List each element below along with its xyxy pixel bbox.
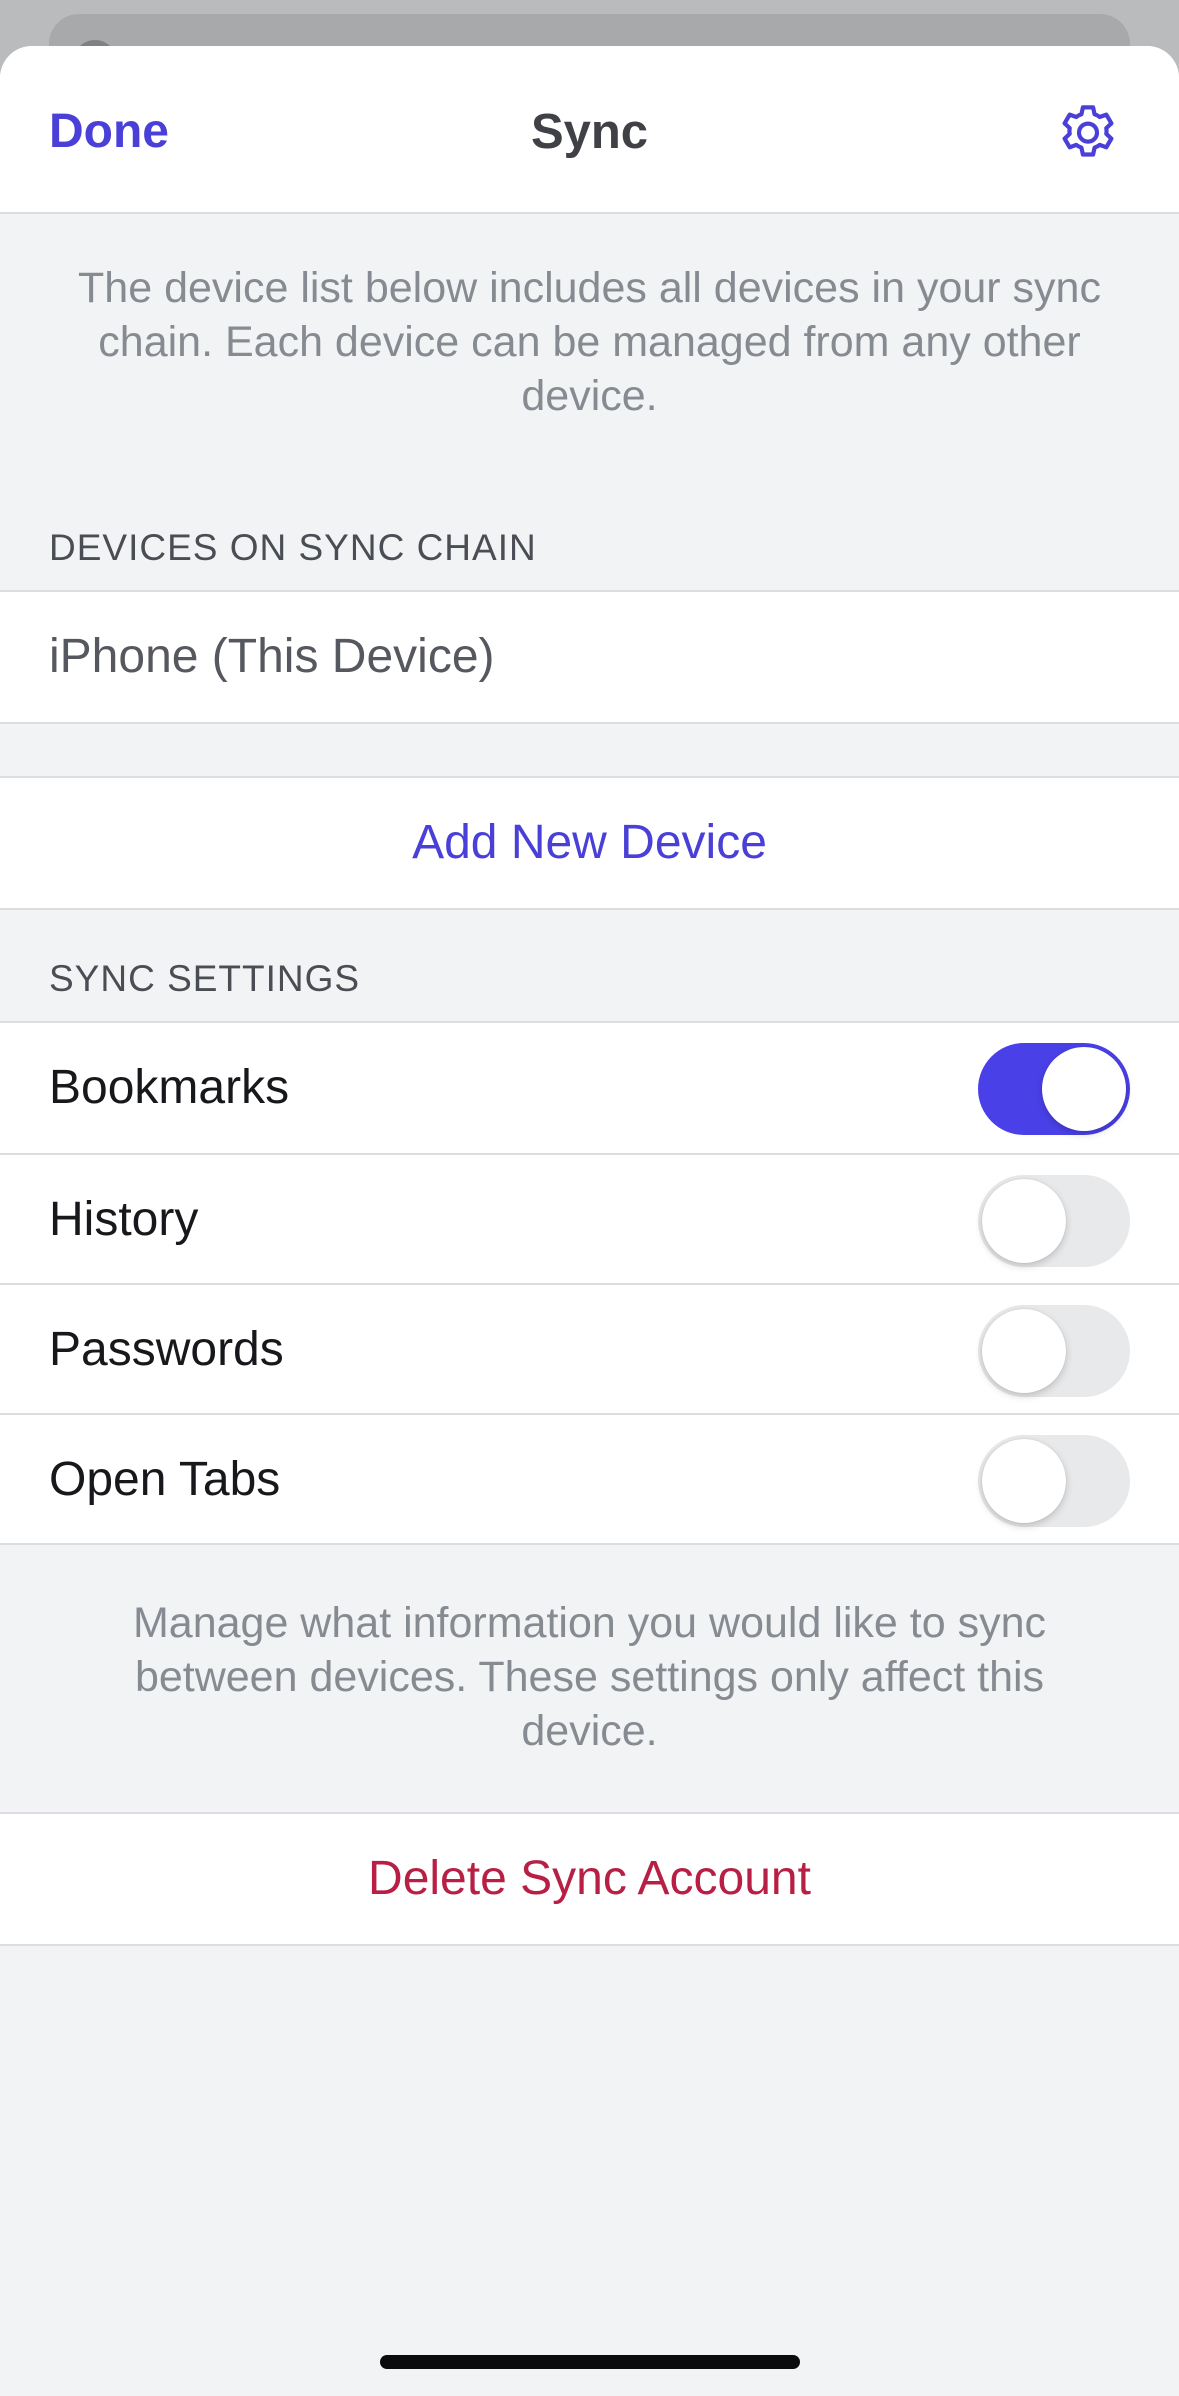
delete-account-group: Delete Sync Account [0, 1812, 1179, 1946]
home-indicator [380, 2355, 800, 2369]
navigation-bar: Done Sync [0, 46, 1179, 214]
sync-settings-group: Bookmarks History Passwords Open Tabs [0, 1021, 1179, 1545]
gear-icon[interactable] [1052, 96, 1124, 168]
sync-setting-history: History [0, 1153, 1179, 1283]
toggle-knob [982, 1309, 1066, 1393]
sync-setting-bookmarks: Bookmarks [0, 1023, 1179, 1153]
passwords-label: Passwords [49, 1323, 284, 1376]
sync-setting-passwords: Passwords [0, 1283, 1179, 1413]
bookmarks-label: Bookmarks [49, 1061, 290, 1114]
device-row[interactable]: iPhone (This Device) [0, 592, 1179, 722]
toggle-knob [1042, 1047, 1126, 1131]
add-device-group: Add New Device [0, 776, 1179, 910]
devices-group: iPhone (This Device) [0, 590, 1179, 724]
toggle-knob [982, 1179, 1066, 1263]
sync-setting-open-tabs: Open Tabs [0, 1413, 1179, 1543]
add-new-device-label: Add New Device [412, 816, 767, 869]
history-toggle[interactable] [978, 1175, 1130, 1267]
delete-sync-account-button[interactable]: Delete Sync Account [0, 1814, 1179, 1944]
page-title: Sync [530, 105, 649, 159]
sync-sheet: Done Sync The device list below includes… [0, 46, 1179, 2396]
history-label: History [49, 1193, 199, 1246]
passwords-toggle[interactable] [978, 1305, 1130, 1397]
toggle-knob [982, 1439, 1066, 1523]
delete-sync-account-label: Delete Sync Account [368, 1852, 811, 1905]
open-tabs-toggle[interactable] [978, 1435, 1130, 1527]
bookmarks-toggle[interactable] [978, 1043, 1130, 1135]
sync-settings-section-header: SYNC SETTINGS [49, 958, 361, 999]
devices-section-header: DEVICES ON SYNC CHAIN [49, 527, 537, 568]
sync-settings-footer-note: Manage what information you would like t… [132, 1599, 1047, 1755]
open-tabs-label: Open Tabs [49, 1453, 281, 1506]
add-new-device-button[interactable]: Add New Device [0, 778, 1179, 908]
device-label: iPhone (This Device) [49, 630, 495, 683]
intro-description: The device list below includes all devic… [78, 264, 1101, 420]
